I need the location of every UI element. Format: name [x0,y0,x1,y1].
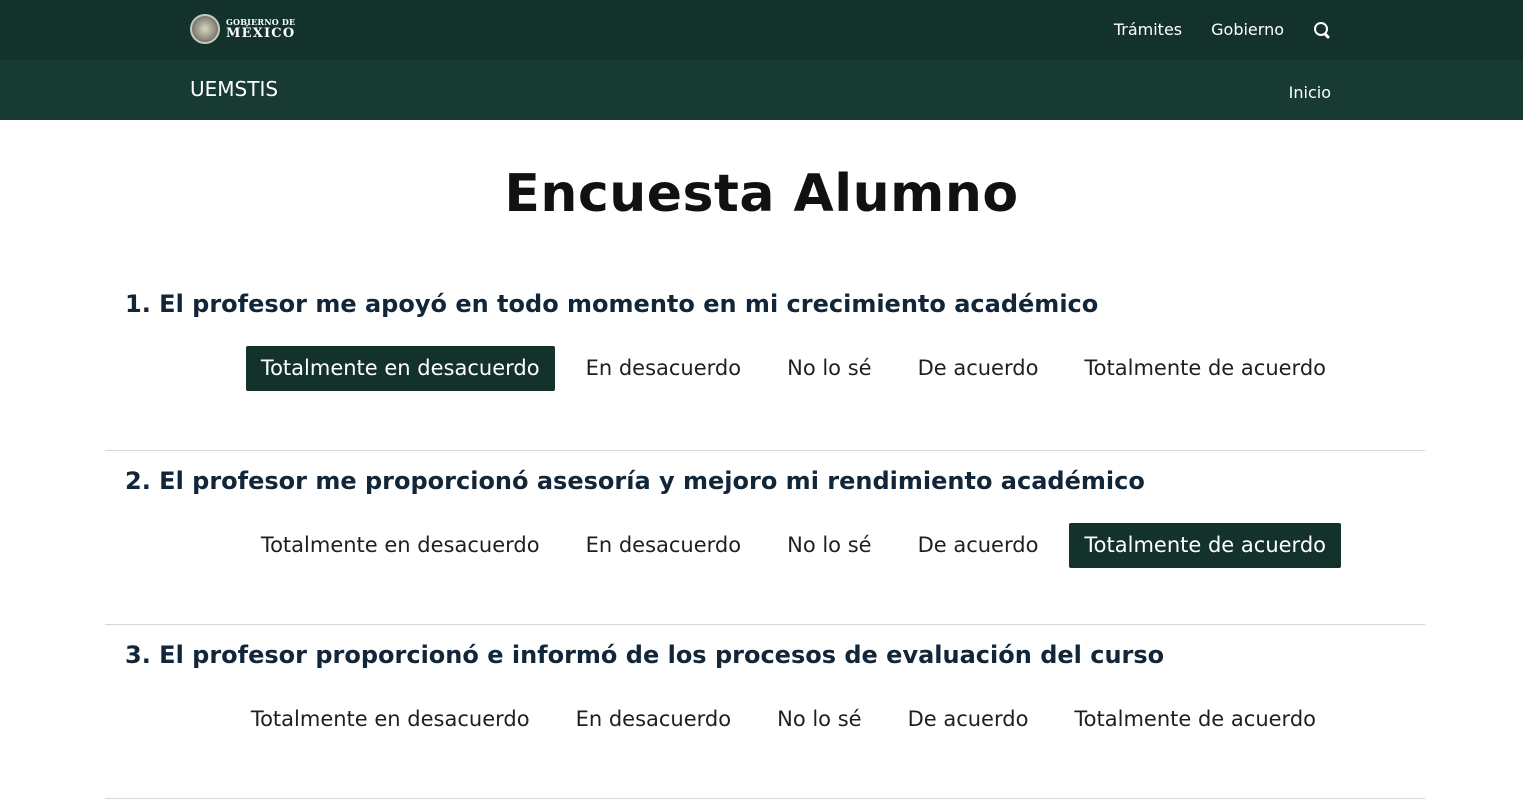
option-no-lo-se[interactable]: No lo sé [772,346,886,391]
question-title: 1. El profesor me apoyó en todo momento … [125,290,1099,318]
option-totalmente-de-acuerdo[interactable]: Totalmente de acuerdo [1069,523,1341,568]
page-title: Encuesta Alumno [504,164,1019,224]
option-totalmente-en-desacuerdo[interactable]: Totalmente en desacuerdo [245,346,555,391]
question-1: 1. El profesor me apoyó en todo momento … [105,274,1425,451]
answer-options: Totalmente en desacuerdo En desacuerdo N… [245,346,1341,391]
option-no-lo-se[interactable]: No lo sé [772,523,886,568]
option-de-acuerdo[interactable]: De acuerdo [903,523,1054,568]
answer-options: Totalmente en desacuerdo En desacuerdo N… [246,523,1341,568]
national-seal-icon [190,14,220,44]
logo-text-small: GOBIERNO DE [226,17,296,27]
option-totalmente-en-desacuerdo[interactable]: Totalmente en desacuerdo [236,697,545,742]
option-en-desacuerdo[interactable]: En desacuerdo [571,523,757,568]
nav-link-inicio[interactable]: Inicio [1289,83,1331,102]
question-3: 3. El profesor proporcionó e informó de … [105,625,1425,799]
gobierno-logo[interactable]: GOBIERNO DE MÉXICO [190,14,295,44]
question-title: 2. El profesor me proporcionó asesoría y… [125,467,1145,495]
option-de-acuerdo[interactable]: De acuerdo [893,697,1044,742]
nav-link-gobierno[interactable]: Gobierno [1211,20,1284,39]
option-de-acuerdo[interactable]: De acuerdo [903,346,1054,391]
question-2: 2. El profesor me proporcionó asesoría y… [105,451,1425,625]
search-icon[interactable] [1313,21,1331,39]
sub-navbar: UEMSTIS Inicio [0,60,1523,120]
option-totalmente-en-desacuerdo[interactable]: Totalmente en desacuerdo [246,523,555,568]
top-navbar: GOBIERNO DE MÉXICO Trámites Gobierno [0,0,1523,60]
option-no-lo-se[interactable]: No lo sé [762,697,876,742]
site-name[interactable]: UEMSTIS [190,77,278,101]
option-totalmente-de-acuerdo[interactable]: Totalmente de acuerdo [1059,697,1331,742]
logo-text: GOBIERNO DE MÉXICO [226,18,295,40]
option-en-desacuerdo[interactable]: En desacuerdo [571,346,757,391]
answer-options: Totalmente en desacuerdo En desacuerdo N… [236,697,1331,742]
nav-link-tramites[interactable]: Trámites [1114,20,1182,39]
option-en-desacuerdo[interactable]: En desacuerdo [561,697,747,742]
logo-text-big: MÉXICO [226,26,296,41]
top-nav: Trámites Gobierno [1114,20,1331,39]
question-title: 3. El profesor proporcionó e informó de … [125,641,1165,669]
option-totalmente-de-acuerdo[interactable]: Totalmente de acuerdo [1069,346,1341,391]
